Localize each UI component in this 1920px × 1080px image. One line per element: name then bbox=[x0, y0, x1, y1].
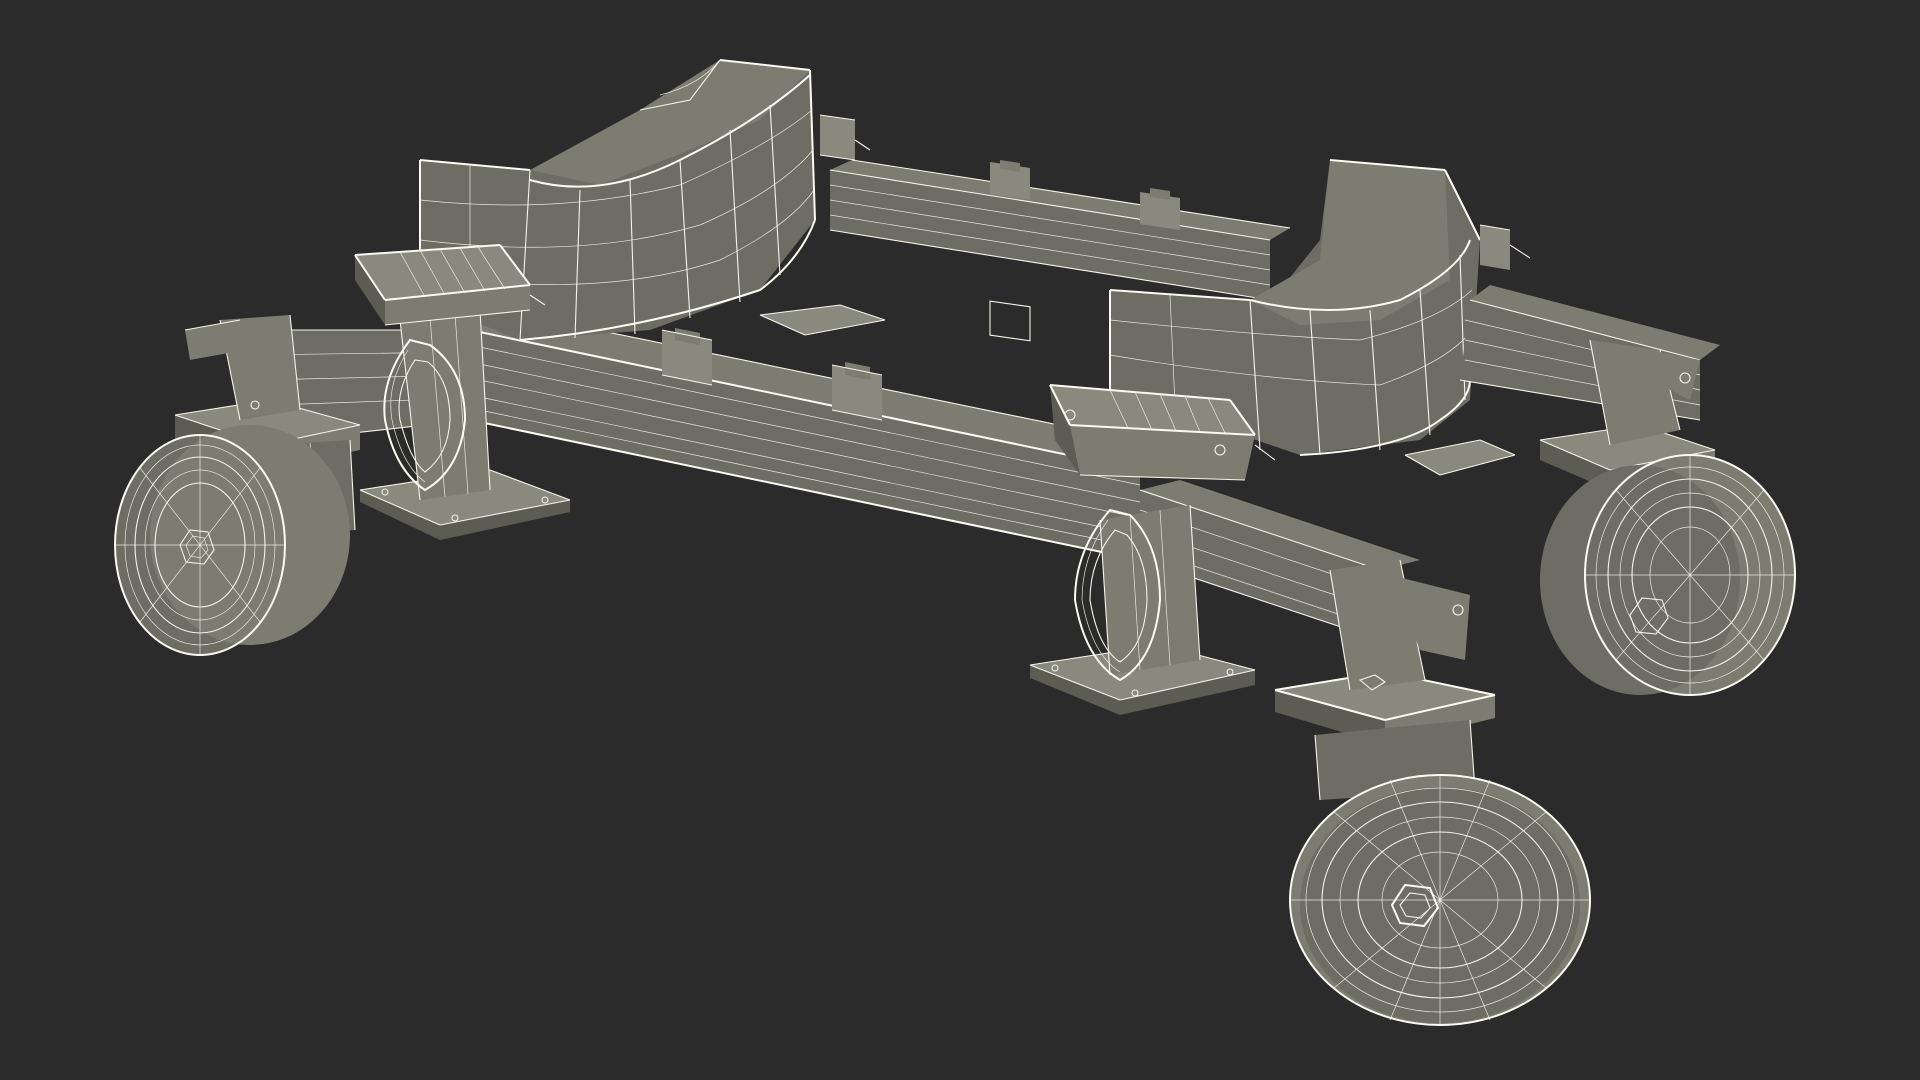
wireframe-model bbox=[114, 59, 1796, 1026]
front-beam-clip-2 bbox=[831, 362, 883, 421]
support-post-left bbox=[399, 309, 491, 501]
caster-wheel-right-back bbox=[1540, 454, 1796, 696]
cradle-connector-back bbox=[819, 114, 871, 161]
back-beam-clip-2 bbox=[1140, 188, 1180, 230]
foot-plate-back-left bbox=[759, 304, 886, 336]
cradle-connector-right bbox=[1479, 224, 1531, 270]
back-beam bbox=[829, 159, 1291, 301]
front-beam-clip-1 bbox=[661, 328, 713, 386]
render-viewport bbox=[0, 0, 1920, 1080]
caster-wheel-right-front bbox=[1289, 774, 1591, 1026]
foot-plate-back-right bbox=[1404, 439, 1516, 476]
caster-wheel-left bbox=[114, 425, 350, 656]
right-side-beam bbox=[1459, 285, 1720, 421]
